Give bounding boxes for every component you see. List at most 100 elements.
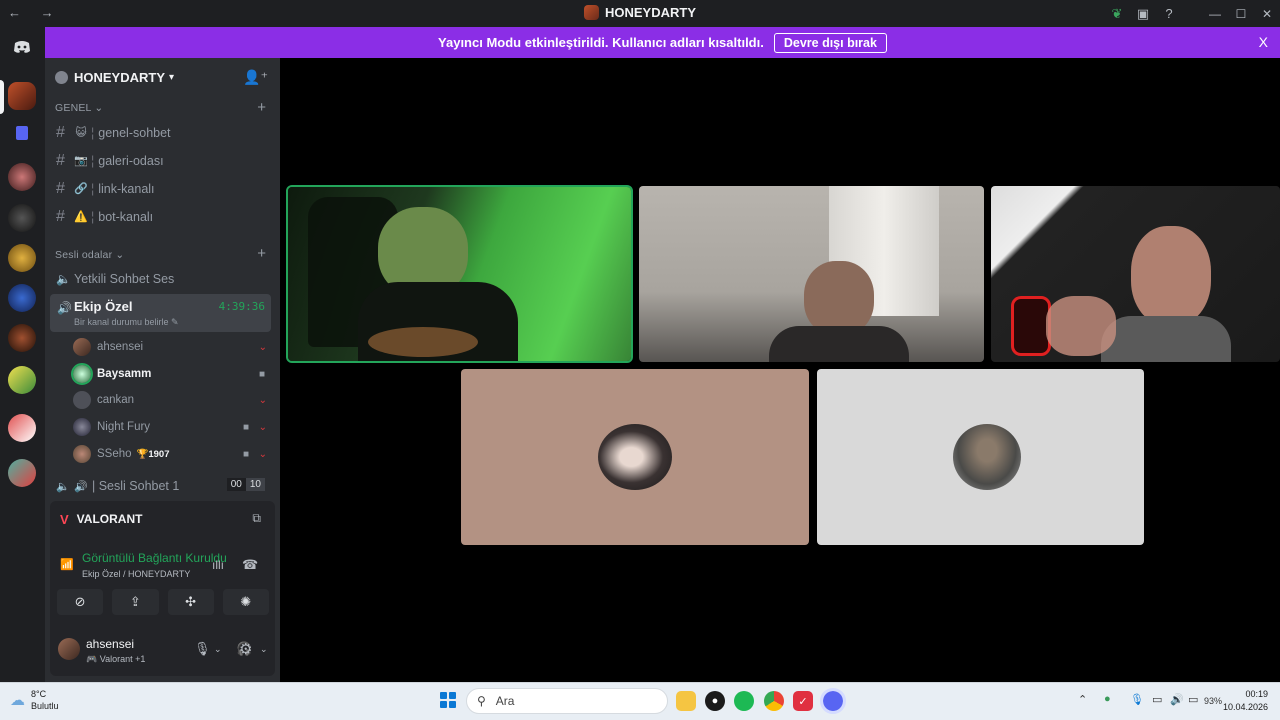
current-count: 00 xyxy=(226,478,246,491)
voice-action-buttons: ⊘ ⇪ ✣ ✺ xyxy=(57,589,269,615)
microphone-icon[interactable]: 🎙 xyxy=(194,641,211,657)
voice-member[interactable]: Night Fury ■ ⌄ xyxy=(73,415,271,439)
tray-network-icon[interactable]: ▭ xyxy=(1152,693,1162,706)
server-icon-2[interactable] xyxy=(8,163,36,191)
discord-taskbar-icon[interactable] xyxy=(820,688,846,714)
server-folder-3-icon[interactable] xyxy=(8,414,36,442)
video-tile-baysamm[interactable] xyxy=(639,186,984,362)
server-name: HONEYDARTY xyxy=(74,69,166,85)
avatar xyxy=(73,391,91,409)
discord-home-icon[interactable] xyxy=(10,35,34,59)
voice-member[interactable]: Baysamm ■ xyxy=(71,362,271,386)
channel-emoji: ⚠️ xyxy=(74,211,88,223)
tray-app-icon[interactable]: ● xyxy=(1104,693,1111,705)
add-channel-icon[interactable]: + xyxy=(257,99,266,116)
hash-icon: # xyxy=(56,151,65,169)
server-icon-4[interactable] xyxy=(8,244,36,272)
disable-streamer-mode-button[interactable]: Devre dışı bırak xyxy=(773,32,887,53)
tray-battery-icon[interactable]: ▭ xyxy=(1188,693,1198,706)
member-name: ahsensei xyxy=(97,341,144,353)
server-folder-4-icon[interactable] xyxy=(8,459,36,487)
add-voice-channel-icon[interactable]: + xyxy=(257,245,266,262)
video-tile-cankan[interactable] xyxy=(461,369,809,545)
avatar xyxy=(953,424,1021,490)
stream-game-icon[interactable]: ⧉ xyxy=(252,511,261,526)
voice-member[interactable]: SSeho 🏆1907 ■ ⌄ xyxy=(73,442,271,466)
maximize-icon[interactable]: ☐ xyxy=(1228,0,1254,27)
user-avatar[interactable] xyxy=(58,638,80,660)
channel-sidebar: HONEYDARTY ▾ 👤⁺ GENEL ⌄ + # 😺 ¦ genel-so… xyxy=(45,58,280,682)
voice-channel-name: Ekip Özel xyxy=(74,299,133,314)
voice-member[interactable]: ahsensei ⌄ xyxy=(73,335,271,359)
audio-options-chevron-icon[interactable]: ⌄ xyxy=(260,644,268,655)
connection-text[interactable]: Görüntülü Bağlantı Kuruldu xyxy=(82,551,227,565)
muted-icon: ⌄ xyxy=(258,448,267,460)
banner-close-icon[interactable]: X xyxy=(1259,34,1268,50)
server-icon-3[interactable] xyxy=(8,204,36,232)
minimize-icon[interactable]: — xyxy=(1202,0,1228,27)
voice-member[interactable]: cankan ⌄ xyxy=(73,388,271,412)
server-header[interactable]: HONEYDARTY ▾ 👤⁺ xyxy=(45,58,280,96)
file-explorer-icon[interactable] xyxy=(676,691,696,711)
disconnect-icon[interactable]: ☎ xyxy=(242,557,258,573)
tray-volume-icon[interactable]: 🔊 xyxy=(1170,693,1184,706)
channel-genel-sohbet[interactable]: # 😺 ¦ genel-sohbet xyxy=(50,119,271,146)
channel-emoji: 🔗 xyxy=(74,183,88,195)
game-activity: V VALORANT ⧉ xyxy=(50,501,275,537)
window-title: HONEYDARTY xyxy=(583,5,696,20)
channel-emoji: 😺 xyxy=(75,127,87,139)
close-window-icon[interactable]: ✕ xyxy=(1254,0,1280,27)
screen-share-button[interactable]: ⇪ xyxy=(112,589,159,615)
server-folder-2-icon[interactable] xyxy=(8,366,36,394)
server-icon-5[interactable] xyxy=(8,284,36,312)
user-name[interactable]: ahsensei xyxy=(86,637,134,651)
spotify-icon[interactable] xyxy=(734,691,754,711)
app-icon-2[interactable]: ✓ xyxy=(793,691,813,711)
voice-channel-yetkili[interactable]: 🔈 Yetkili Sohbet Ses xyxy=(50,265,271,292)
search-icon: ⚲ xyxy=(477,694,486,708)
server-icon-6[interactable] xyxy=(8,324,36,352)
signal-strength-icon[interactable]: 📶 xyxy=(60,558,74,571)
activities-button[interactable]: ✣ xyxy=(167,589,214,615)
invite-people-icon[interactable]: 👤⁺ xyxy=(243,69,268,86)
channel-galeri-odasi[interactable]: # 📷 ¦ galeri-odası xyxy=(50,147,271,174)
channel-bot-kanali[interactable]: # ⚠️ ¦ bot-kanalı xyxy=(50,203,271,230)
weather-widget[interactable]: ☁ 8°C Bulutlu xyxy=(10,688,59,712)
connection-location[interactable]: Ekip Özel / HONEYDARTY xyxy=(82,569,190,579)
voice-channel-sesli-sohbet-1[interactable]: 🔈 🔊 | Sesli Sohbet 1 00 10 xyxy=(50,475,271,497)
soundboard-button[interactable]: ✺ xyxy=(222,589,269,615)
app-icon[interactable]: ● xyxy=(705,691,725,711)
voice-channel-ekip-ozel[interactable]: 🔊 Ekip Özel 4:39:36 Bir kanal durumu bel… xyxy=(50,294,271,332)
server-folder-icon[interactable] xyxy=(16,126,28,140)
category-sesli-odalar[interactable]: Sesli odalar ⌄ xyxy=(55,249,124,261)
video-camera-icon: ■ xyxy=(242,448,249,460)
taskbar-search[interactable]: ⚲ Ara xyxy=(466,688,668,714)
channel-status-prompt[interactable]: Bir kanal durumu belirle ✎ xyxy=(74,317,179,328)
nitro-leaf-icon[interactable]: ❦ xyxy=(1104,0,1130,27)
banner-message: Yayıncı Modu etkinleştirildi. Kullanıcı … xyxy=(438,35,764,50)
category-genel[interactable]: GENEL ⌄ xyxy=(55,102,103,114)
help-icon[interactable]: ? xyxy=(1156,0,1182,27)
start-menu-icon[interactable] xyxy=(440,692,456,708)
voice-timer: 4:39:36 xyxy=(218,300,265,313)
channel-name: Yetkili Sohbet Ses xyxy=(74,271,175,286)
game-name: VALORANT xyxy=(76,512,143,526)
video-tile-streamer[interactable] xyxy=(286,185,633,363)
noise-suppression-icon[interactable]: ıllı xyxy=(212,558,224,572)
nav-arrows[interactable]: ← → xyxy=(8,5,62,20)
search-placeholder: Ara xyxy=(495,694,515,708)
mic-options-chevron-icon[interactable]: ⌄ xyxy=(214,644,222,655)
system-clock[interactable]: 00:19 10.04.2026 xyxy=(1223,688,1268,714)
user-status: 🎮 Valorant +1 xyxy=(86,654,146,664)
server-honeydarty-icon[interactable] xyxy=(8,82,36,110)
valorant-logo-icon: V xyxy=(60,511,69,527)
chrome-icon[interactable] xyxy=(764,691,784,711)
channel-link-kanali[interactable]: # 🔗 ¦ link-kanalı xyxy=(50,175,271,202)
tray-mic-icon[interactable]: 🎙 xyxy=(1130,693,1144,706)
video-tile-sseho[interactable] xyxy=(817,369,1144,545)
user-settings-gear-icon[interactable]: ⚙ xyxy=(239,640,252,658)
tray-overflow-icon[interactable]: ⌃ xyxy=(1078,693,1087,706)
camera-off-button[interactable]: ⊘ xyxy=(57,589,104,615)
inbox-icon[interactable]: ▣ xyxy=(1130,0,1156,27)
video-tile-nightfury[interactable] xyxy=(991,186,1280,362)
